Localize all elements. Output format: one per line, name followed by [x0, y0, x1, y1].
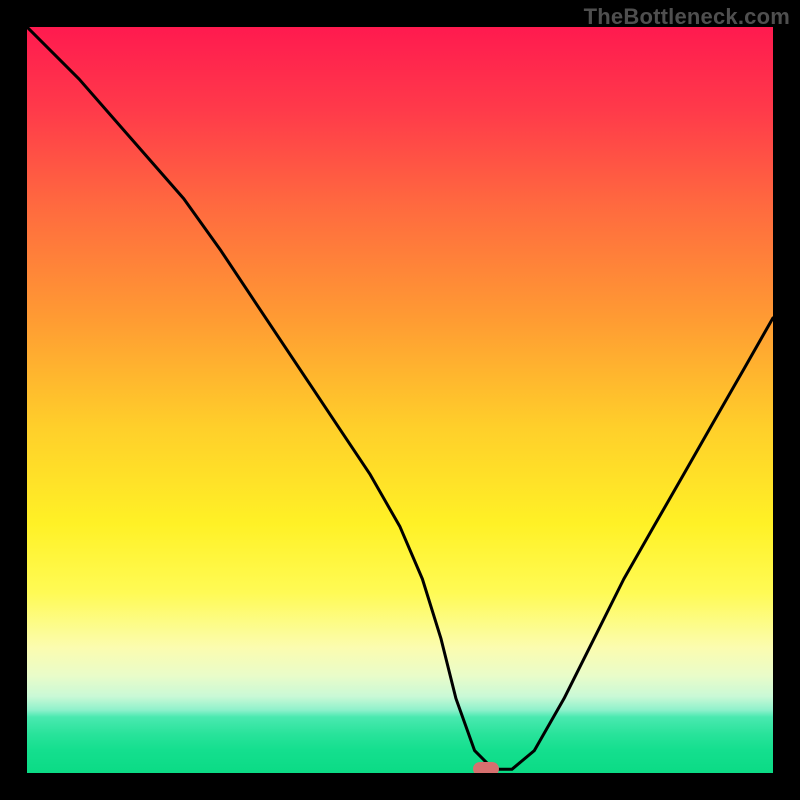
plot-area	[27, 27, 773, 773]
optimal-marker	[473, 762, 499, 773]
watermark-text: TheBottleneck.com	[584, 4, 790, 30]
bottleneck-curve	[27, 27, 773, 773]
chart-frame: TheBottleneck.com	[0, 0, 800, 800]
